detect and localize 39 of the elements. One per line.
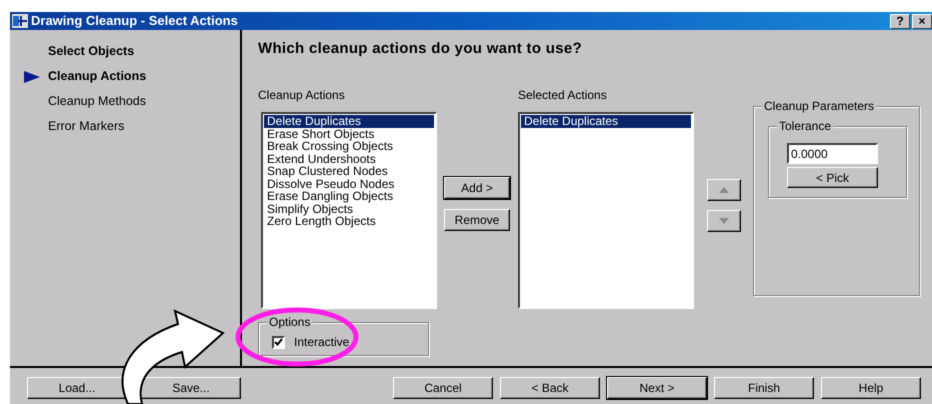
list-item[interactable]: Delete Duplicates xyxy=(521,115,691,128)
list-item[interactable]: Snap Clustered Nodes xyxy=(264,165,434,178)
checkbox[interactable] xyxy=(272,336,285,348)
footer-button[interactable]: Finish xyxy=(714,377,814,399)
group-title: Options xyxy=(267,315,312,329)
pick-button[interactable]: < Pick xyxy=(787,167,878,188)
footer-button[interactable]: Next > xyxy=(607,377,707,399)
close-button[interactable]: × xyxy=(912,14,932,28)
tolerance-field[interactable]: 0.0000 xyxy=(787,143,878,164)
list-item[interactable]: Dissolve Pseudo Nodes xyxy=(264,178,434,190)
list-item[interactable]: Erase Dangling Objects xyxy=(264,190,434,202)
group-title: Tolerance xyxy=(777,119,834,133)
list-item[interactable]: Extend Undershoots xyxy=(264,152,434,165)
list-item[interactable]: Erase Short Objects xyxy=(264,128,434,140)
step-label[interactable]: Error Markers xyxy=(48,117,124,136)
list-item[interactable]: Delete Duplicates xyxy=(264,115,434,128)
footer-button[interactable]: Cancel xyxy=(393,377,493,399)
list-label: Selected Actions xyxy=(518,87,608,104)
footer-button[interactable]: Help xyxy=(821,377,921,399)
footer-button[interactable]: Save... xyxy=(141,377,241,399)
list-label: Cleanup Actions xyxy=(258,87,346,104)
list-item[interactable]: Break Crossing Objects xyxy=(264,140,434,152)
add-button[interactable]: Add > xyxy=(444,177,510,199)
remove-button[interactable]: Remove xyxy=(444,209,510,231)
window-title: Drawing Cleanup - Select Actions xyxy=(31,12,238,30)
checkbox-label: Interactive xyxy=(294,334,350,351)
actions-listbox[interactable]: Delete Duplicates Erase Short Objects Break Crossing Objects Extend Undershoots Snap Clustered Nodes Dissolve Pseudo Nodes Erase Dangling Objects Simplify Objects Zero Length Objects xyxy=(261,112,437,309)
selected-listbox[interactable]: Delete Duplicates xyxy=(518,112,694,309)
step-label[interactable]: Select Objects xyxy=(48,42,134,61)
app-icon xyxy=(12,14,28,28)
list-item[interactable]: Simplify Objects xyxy=(264,202,434,215)
footer-button[interactable]: Load... xyxy=(27,377,127,399)
page-heading: Which cleanup actions do you want to use? xyxy=(258,40,583,58)
help-button[interactable]: ? xyxy=(890,14,910,28)
list-item[interactable]: Zero Length Objects xyxy=(264,215,434,228)
group-title: Cleanup Parameters xyxy=(762,99,876,113)
step-label[interactable]: Cleanup Actions xyxy=(48,67,146,86)
footer-button[interactable]: < Back xyxy=(500,377,600,399)
step-label[interactable]: Cleanup Methods xyxy=(48,92,146,111)
